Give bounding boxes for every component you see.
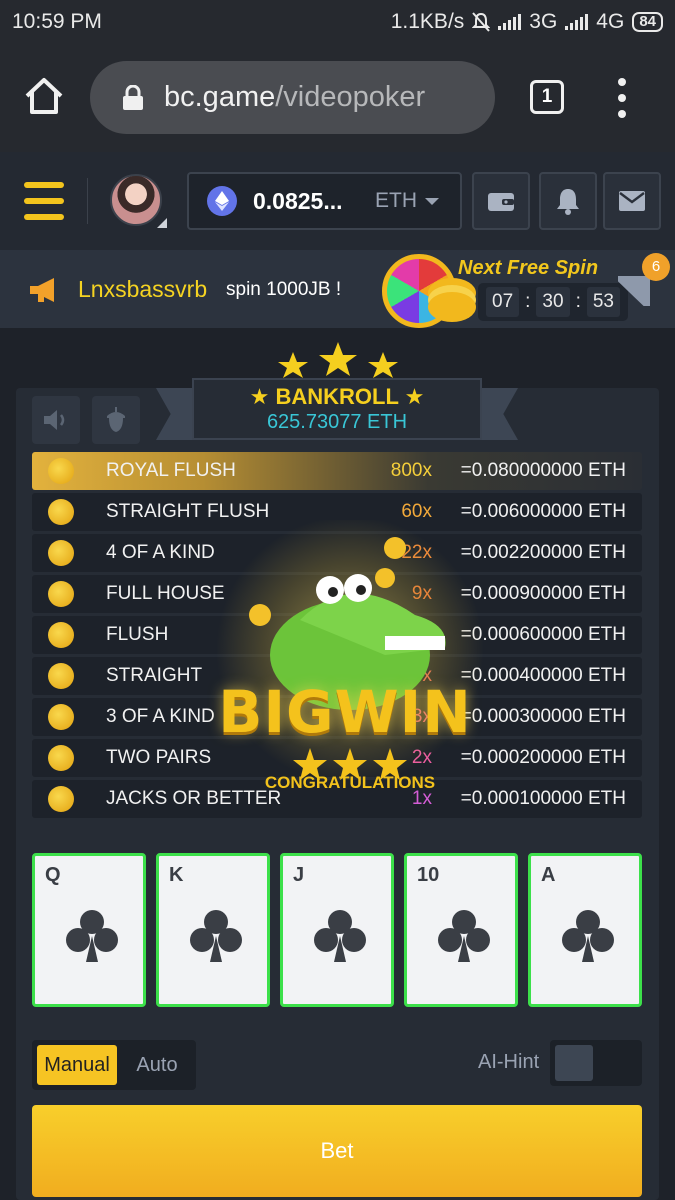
net-speed: 1.1KB/s: [390, 10, 465, 33]
coin-icon: [48, 663, 74, 689]
card-rank: J: [293, 864, 305, 886]
messages-button[interactable]: [603, 172, 661, 230]
battery-icon: 84: [632, 12, 663, 32]
avatar-dropdown-indicator: [157, 218, 167, 228]
hand-payout: =0.000100000 ETH: [460, 788, 626, 809]
ai-hint-toggle-knob: [555, 1045, 593, 1081]
balance-selector[interactable]: 0.0825... ETH: [187, 172, 462, 230]
coin-icon: [48, 745, 74, 771]
stars-icon: [278, 342, 398, 378]
signal-icon: [498, 14, 522, 30]
network-type-2: 4G: [596, 10, 625, 33]
notifications-button[interactable]: [539, 172, 597, 230]
tab-switcher-button[interactable]: 1: [530, 80, 564, 114]
timer-seconds: 53: [586, 287, 620, 317]
hand-name: ROYAL FLUSH: [106, 460, 236, 481]
paytable-row: ROYAL FLUSH 800x =0.080000000 ETH: [32, 452, 642, 490]
eth-icon: [207, 186, 237, 216]
card-1[interactable]: Q: [32, 853, 146, 1007]
coin-icon: [48, 622, 74, 648]
bell-icon: [557, 189, 579, 215]
free-spin-timer: 07: 30: 53: [478, 283, 628, 321]
timer-minutes: 30: [536, 287, 570, 317]
hand-payout: =0.080000000 ETH: [460, 460, 626, 481]
header-divider: [87, 178, 88, 224]
mute-icon: [472, 12, 491, 32]
club-icon: [438, 910, 490, 962]
coins-icon: [428, 292, 476, 322]
timer-hours: 07: [486, 287, 520, 317]
card-3[interactable]: J: [280, 853, 394, 1007]
avatar[interactable]: [110, 174, 162, 226]
address-bar[interactable]: bc.game/videopoker: [90, 61, 495, 134]
browser-toolbar: bc.game/videopoker 1: [0, 44, 675, 152]
megaphone-icon: [30, 278, 54, 302]
card-rank: Q: [45, 864, 61, 886]
club-icon: [66, 910, 118, 962]
network-type-1: 3G: [529, 10, 558, 33]
lock-icon: [123, 84, 143, 110]
speaker-icon: [44, 410, 65, 430]
ai-hint-label: AI-Hint: [478, 1051, 540, 1073]
auto-mode-tab[interactable]: Auto: [122, 1045, 192, 1085]
chat-badge: 6: [642, 253, 670, 281]
manual-mode-tab[interactable]: Manual: [37, 1045, 117, 1085]
balance-amount: 0.0825...: [253, 187, 343, 214]
hand-multiplier: 800x: [390, 460, 432, 481]
coin-icon: [48, 540, 74, 566]
congratulations-label: CONGRATULATIONS: [264, 773, 436, 792]
card-rank: K: [169, 864, 184, 886]
acorn-icon: [107, 407, 125, 432]
card-rank: 10: [417, 864, 440, 886]
browser-menu-icon[interactable]: [614, 78, 630, 118]
url-host: bc.game: [164, 81, 276, 113]
bet-button[interactable]: Bet: [32, 1105, 642, 1197]
wallet-icon: [488, 193, 514, 211]
bankroll-value: 625.73077 ETH: [266, 411, 408, 433]
coin-icon: [48, 704, 74, 730]
hamburger-menu-icon[interactable]: [24, 182, 64, 220]
club-icon: [190, 910, 242, 962]
url-path: /videopoker: [275, 81, 426, 113]
club-icon: [562, 910, 614, 962]
chevron-down-icon: [425, 197, 439, 205]
coin-icon: [48, 499, 74, 525]
hotkeys-button[interactable]: [92, 396, 140, 444]
coin-icon: [48, 786, 74, 812]
card-rank: A: [541, 864, 556, 886]
card-5[interactable]: A: [528, 853, 642, 1007]
bankroll-title: ★ BANKROLL ★: [249, 384, 425, 409]
card-2[interactable]: K: [156, 853, 270, 1007]
card-4[interactable]: 10: [404, 853, 518, 1007]
bigwin-title: BIGWIN: [218, 678, 472, 746]
club-icon: [314, 910, 366, 962]
coin-icon: [48, 458, 74, 484]
app-header: 0.0825... ETH: [0, 152, 675, 250]
mail-icon: [619, 191, 645, 211]
ticker-message: spin 1000JB !: [226, 279, 342, 300]
sound-toggle-button[interactable]: [32, 396, 80, 444]
balance-currency: ETH: [375, 189, 417, 212]
status-bar: 10:59 PM 1.1KB/s 3G 4G 84: [0, 0, 675, 44]
coin-icon: [48, 581, 74, 607]
status-time: 10:59 PM: [12, 10, 102, 33]
ticker-username[interactable]: Lnxsbassvrb: [78, 276, 207, 303]
wallet-button[interactable]: [472, 172, 530, 230]
signal-icon-2: [565, 14, 589, 30]
free-spin-label: Next Free Spin: [458, 257, 599, 279]
home-icon[interactable]: [22, 74, 66, 118]
